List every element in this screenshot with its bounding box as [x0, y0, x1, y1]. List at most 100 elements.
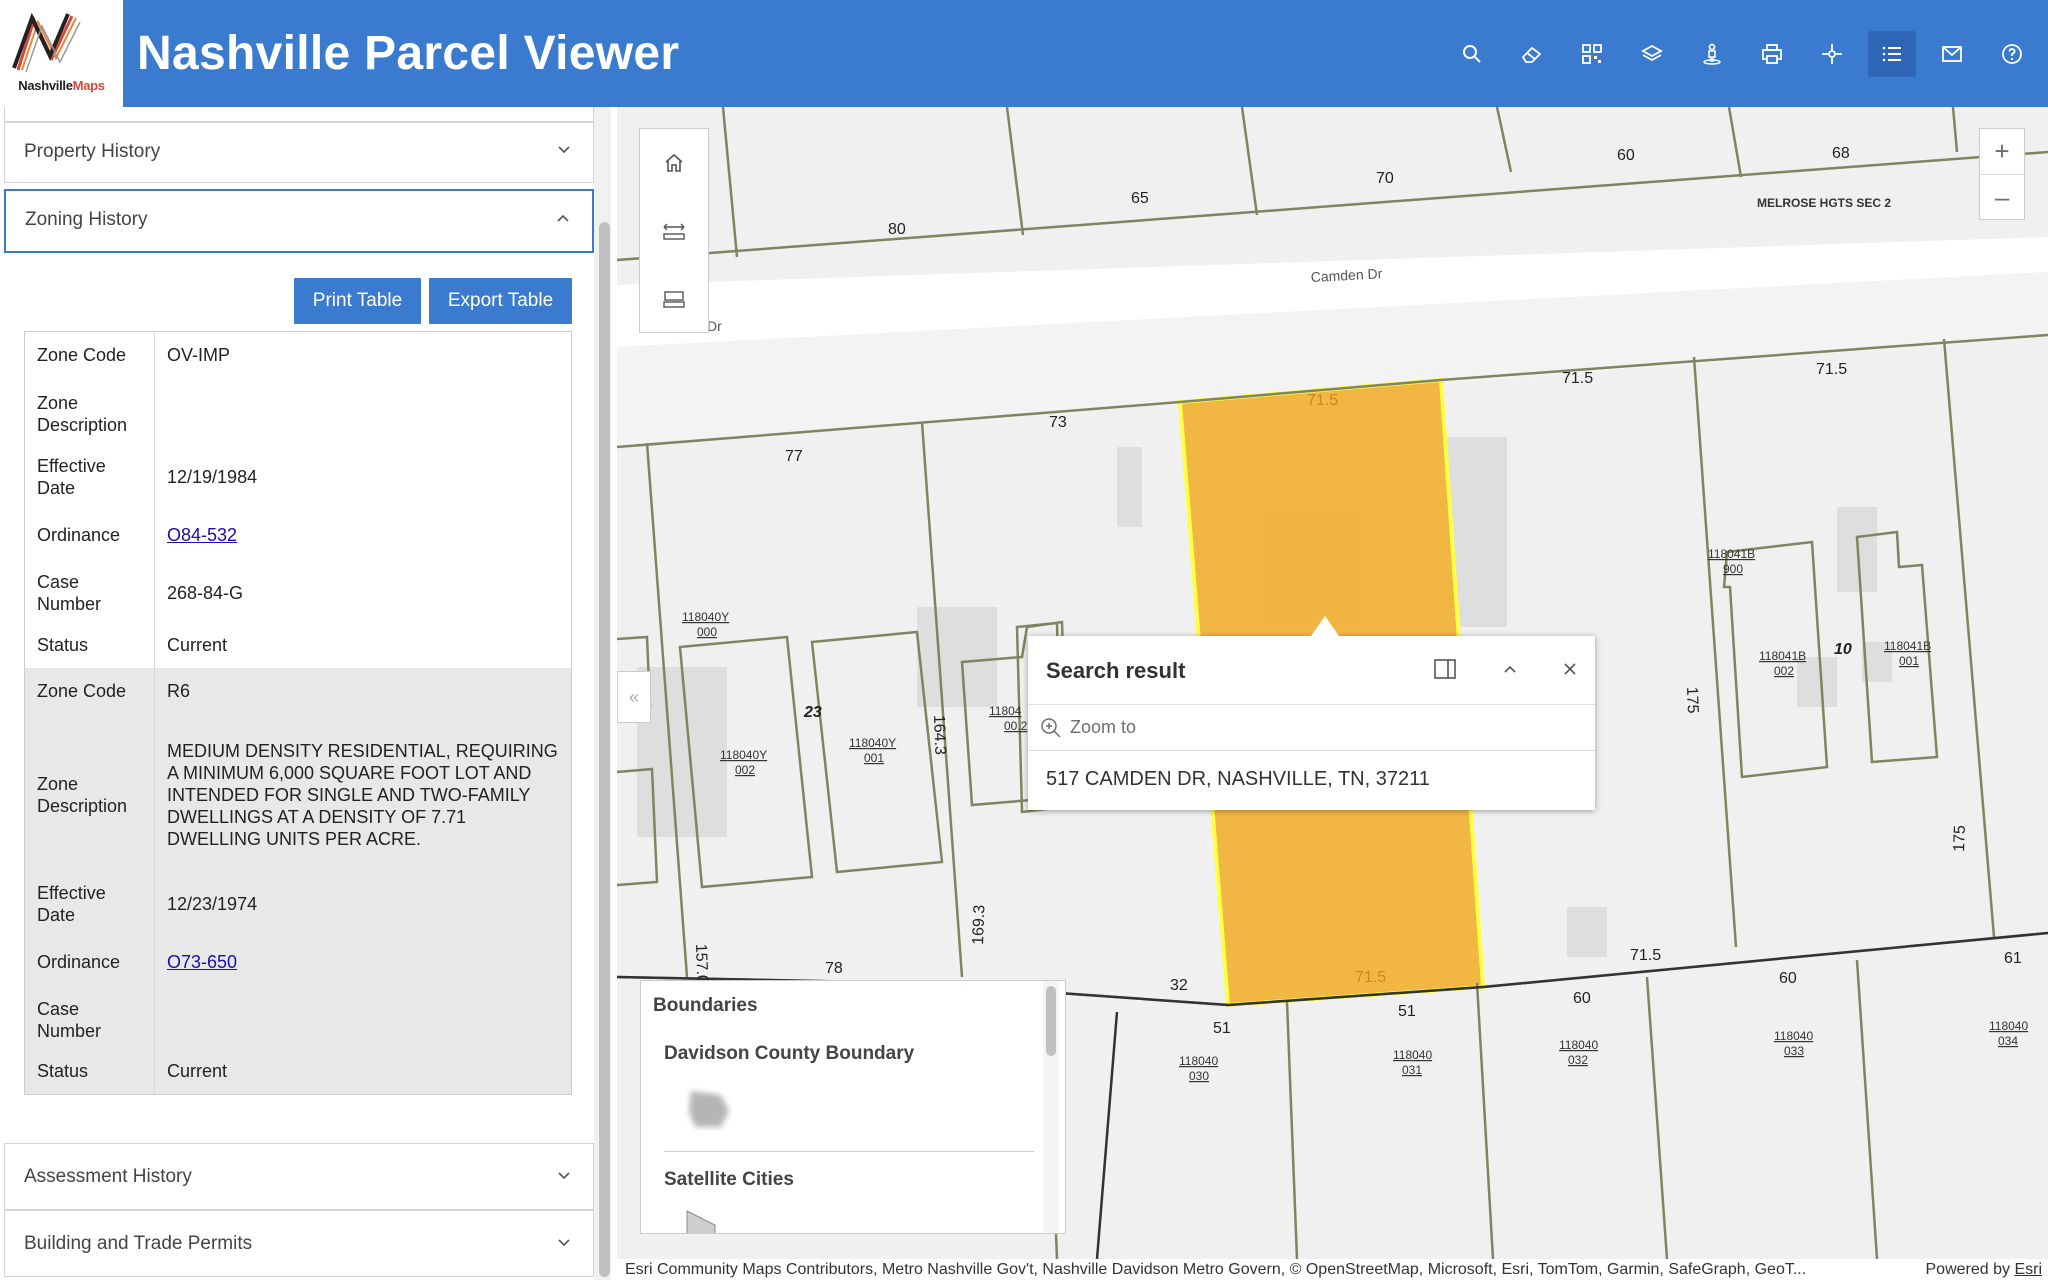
dim-label: 71.5	[1562, 370, 1593, 387]
panel-top-edge	[4, 107, 594, 122]
accordion-zoning-history[interactable]: Zoning History	[4, 189, 594, 253]
table-row: Case Number	[24, 990, 572, 1049]
measure-line-icon	[663, 223, 685, 240]
details-panel: Property History Zoning History Print Ta…	[0, 107, 602, 1280]
effective-date-value: 12/19/1984	[167, 467, 258, 487]
ordinance-link[interactable]: O73-650	[167, 952, 237, 972]
locate-button[interactable]	[1808, 31, 1856, 77]
parcel-id: 118040	[1393, 1048, 1432, 1062]
map-attribution: Esri Community Maps Contributors, Metro …	[617, 1259, 2048, 1280]
popup-pointer	[1311, 616, 1339, 636]
measure-distance-button[interactable]	[640, 197, 708, 265]
help-icon	[2002, 44, 2022, 64]
zoom-in-button[interactable]: +	[1980, 129, 2024, 174]
accordion-assessment-history[interactable]: Assessment History	[4, 1143, 594, 1210]
ordinance-value: O84-532	[155, 506, 572, 564]
collapse-panel-button[interactable]: «	[617, 671, 651, 723]
print-icon	[1762, 44, 1782, 64]
streetview-person-icon	[1703, 43, 1721, 65]
zone-code-value: R6	[154, 667, 572, 715]
esri-link[interactable]: Esri	[2014, 1261, 2042, 1278]
panel-scrollbar-thumb[interactable]	[599, 222, 610, 1277]
zoom-to-label: Zoom to	[1070, 717, 1137, 737]
export-table-button[interactable]: Export Table	[429, 278, 572, 324]
dim-label: 60	[1617, 147, 1635, 164]
chevron-up-icon[interactable]	[1503, 664, 1517, 674]
layers-icon	[1641, 44, 1663, 62]
popup-title: Search result	[1046, 658, 1186, 683]
zone-code-label: Zone Code	[24, 331, 155, 379]
parcel-id: 034	[1998, 1034, 2018, 1048]
parcel-id: 118040Y	[682, 610, 729, 624]
eraser-icon	[1521, 46, 1542, 63]
layers-button[interactable]	[1628, 31, 1676, 77]
measure-area-button[interactable]	[640, 265, 708, 333]
parcel-id: 118041B	[1759, 649, 1806, 663]
chevron-down-icon	[558, 1239, 570, 1247]
parcel-id: 032	[1568, 1053, 1588, 1067]
dim-label: 157.0	[692, 944, 710, 985]
parcel-id: 001	[864, 751, 884, 765]
nashville-maps-logo[interactable]: NashvilleMaps	[0, 0, 123, 107]
table-row: Zone Description	[24, 378, 572, 449]
accordion-building-permits[interactable]: Building and Trade Permits	[4, 1210, 594, 1277]
parcel-id: 00.2	[1004, 719, 1028, 733]
accordion-label: Building and Trade Permits	[24, 1233, 253, 1254]
home-button[interactable]	[640, 129, 708, 197]
zoom-to-action[interactable]: Zoom to	[1028, 704, 1595, 751]
zoom-in-magnifier-icon	[1041, 717, 1061, 738]
case-number-label: Case Number	[24, 563, 155, 622]
header-toolbar	[1448, 31, 2036, 77]
help-button[interactable]	[1988, 31, 2036, 77]
dock-icon[interactable]	[1433, 658, 1457, 680]
zone-description-value: MEDIUM DENSITY RESIDENTIAL, REQUIRING A …	[154, 714, 572, 875]
parcel-id: 031	[1402, 1063, 1422, 1077]
dim-label: 51	[1213, 1020, 1231, 1037]
table-row: Zone Code R6	[24, 667, 572, 715]
table-row: Case Number 268-84-G	[24, 563, 572, 622]
parcel-id: 118040	[1559, 1038, 1598, 1052]
result-address: 517 CAMDEN DR, NASHVILLE, TN, 37211	[1046, 768, 1430, 790]
parcel-id: 000	[697, 625, 717, 639]
status-label: Status	[24, 1048, 155, 1095]
map-toolbar	[639, 128, 709, 333]
dim-label: 70	[1376, 170, 1394, 187]
ordinance-label: Ordinance	[24, 932, 155, 991]
parcel-id: 11804	[989, 704, 1022, 718]
legend-scrollbar-thumb[interactable]	[1046, 986, 1056, 1056]
accordion-property-history[interactable]: Property History	[4, 122, 594, 183]
map-view[interactable]: Camden Dr Dr MELROSE HGTS SEC 2 80 65 70…	[617, 107, 2048, 1259]
case-number-label: Case Number	[24, 990, 155, 1049]
qr-code-button[interactable]	[1568, 31, 1616, 77]
parcel-id: 030	[1189, 1069, 1209, 1083]
app-title: Nashville Parcel Viewer	[137, 27, 680, 80]
mail-button[interactable]	[1928, 31, 1976, 77]
close-icon[interactable]	[1563, 662, 1577, 676]
county-boundary-swatch-icon	[689, 1091, 729, 1127]
satellite-cities-swatch-icon	[686, 1210, 716, 1233]
powered-by: Powered by Esri	[1919, 1259, 2042, 1280]
street-label-partial: Dr	[707, 318, 722, 334]
details-list-button[interactable]	[1868, 31, 1916, 77]
mail-icon	[1942, 46, 1962, 62]
table-row: Status Current	[24, 1048, 572, 1095]
parcel-id: 118040	[1989, 1019, 2028, 1033]
dim-label: 60	[1573, 990, 1591, 1007]
zoom-out-button[interactable]: –	[1980, 174, 2024, 219]
accordion-label: Zoning History	[25, 209, 148, 230]
dim-label: 77	[785, 448, 803, 465]
streetview-button[interactable]	[1688, 31, 1736, 77]
parcel-id: 118040	[1774, 1029, 1813, 1043]
print-table-button[interactable]: Print Table	[294, 278, 421, 324]
effective-date-label: Effective Date	[24, 448, 155, 506]
effective-date-value: 12/23/1974	[154, 874, 572, 933]
dim-label: 71.5	[1630, 947, 1661, 964]
legend-divider	[664, 1151, 1034, 1152]
parcel-id: 002	[1774, 664, 1794, 678]
ordinance-link[interactable]: O84-532	[167, 525, 237, 545]
print-button[interactable]	[1748, 31, 1796, 77]
clear-button[interactable]	[1508, 31, 1556, 77]
parcel-id: 002	[735, 763, 755, 777]
zone-code-value: OV-IMP	[167, 345, 231, 366]
search-button[interactable]	[1448, 31, 1496, 77]
